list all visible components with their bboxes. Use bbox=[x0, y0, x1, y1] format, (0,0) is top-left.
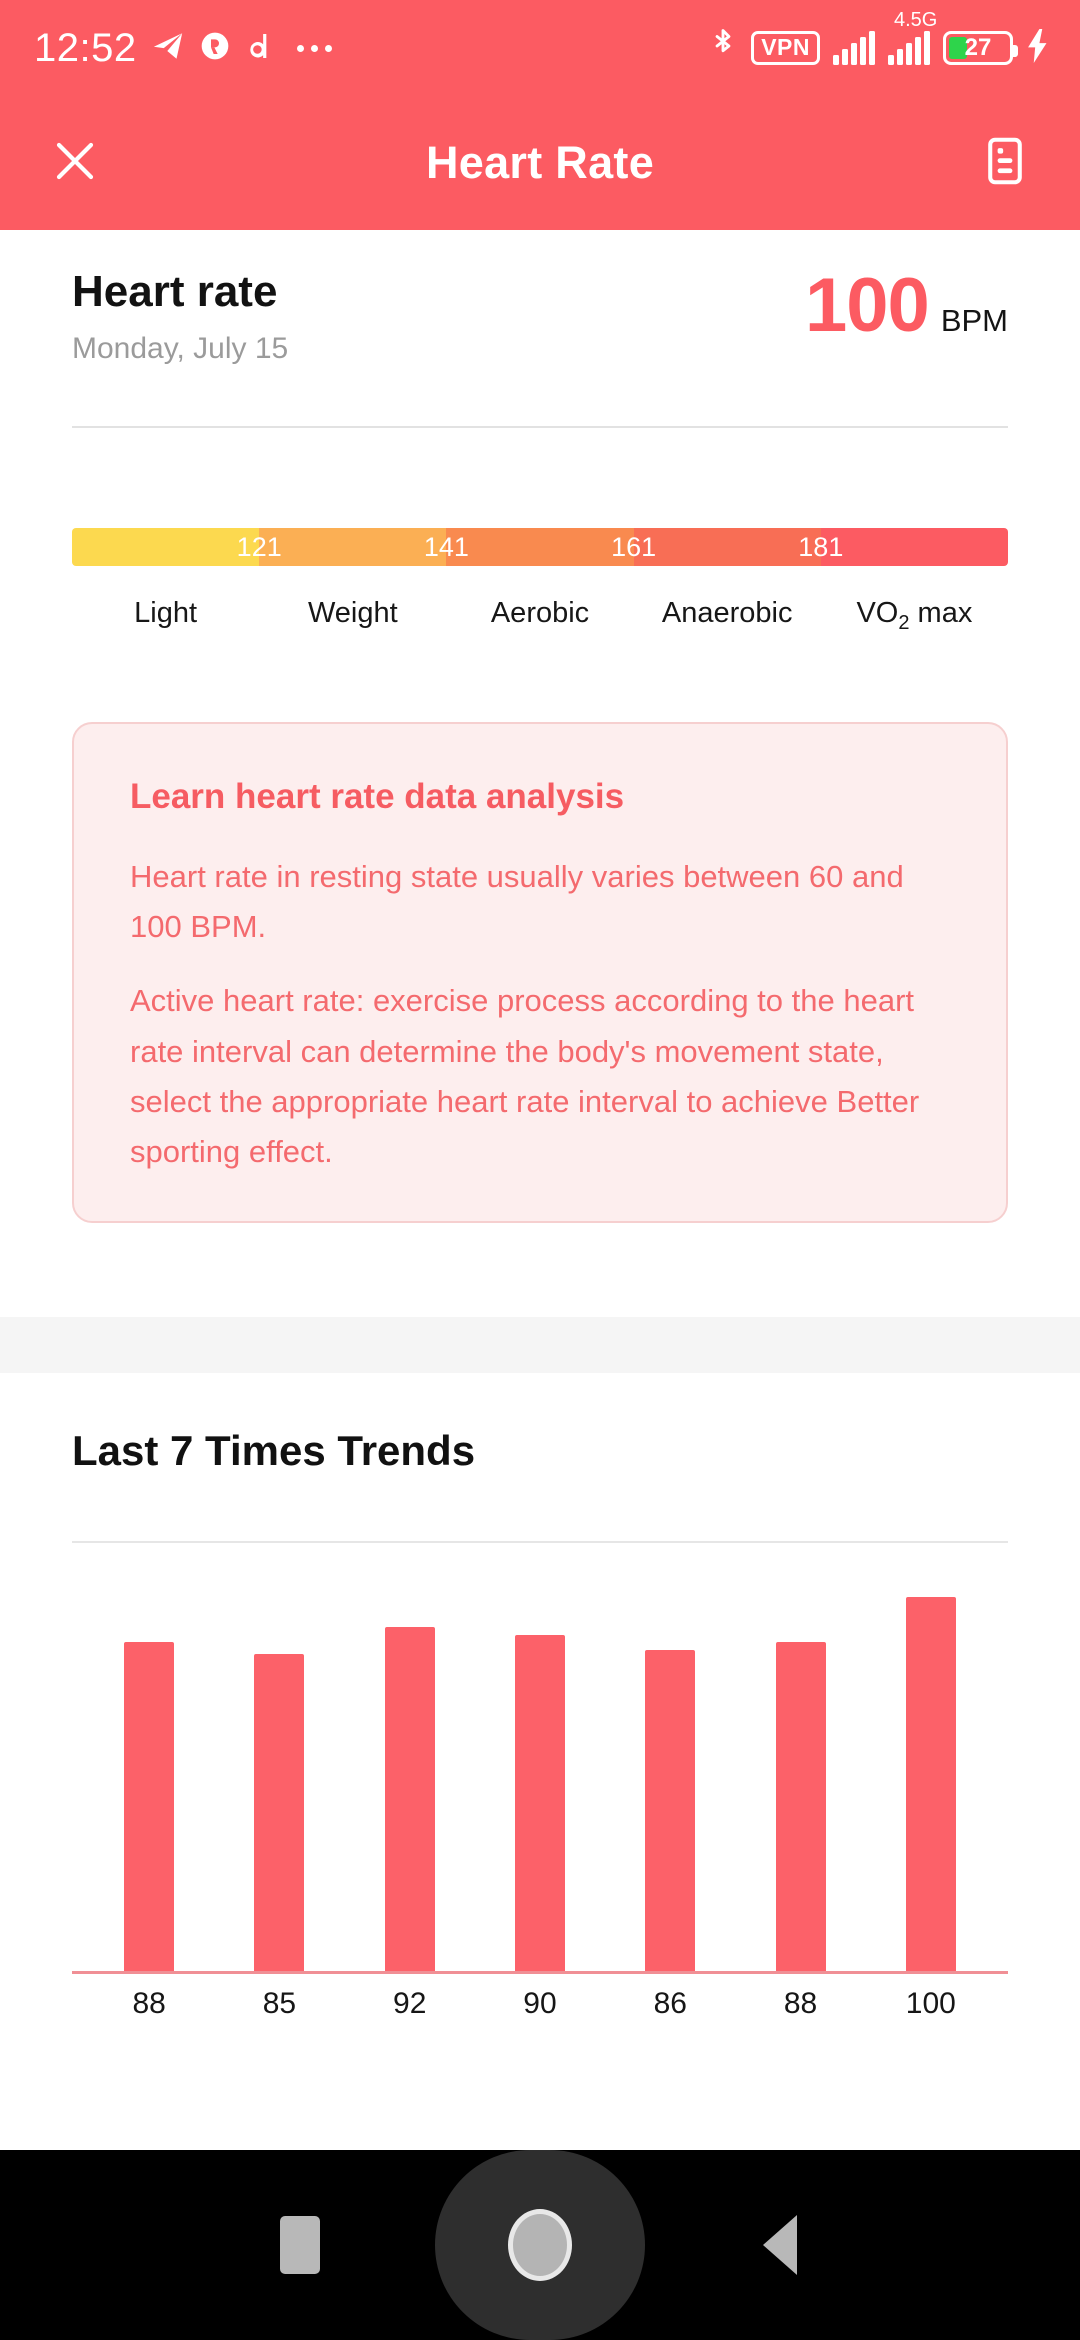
system-navigation-bar bbox=[0, 2150, 1080, 2340]
chart-bar bbox=[254, 1653, 305, 1972]
zone-gradient-bar[interactable]: 121 141 161 181 bbox=[72, 528, 1008, 566]
network-type-label: 4.5G bbox=[894, 9, 938, 31]
zone-segment bbox=[72, 528, 260, 566]
circle-app-icon bbox=[199, 30, 231, 67]
chart-bar bbox=[124, 1642, 175, 1972]
zone-label: Light bbox=[134, 597, 198, 629]
zone-segment: 141 bbox=[424, 528, 634, 566]
zone-label: Anaerobic bbox=[661, 597, 793, 629]
zone-tick-label: 141 bbox=[423, 531, 469, 562]
battery-icon: 27 bbox=[943, 31, 1018, 65]
chart-bar-column[interactable] bbox=[84, 1560, 214, 1972]
history-list-icon bbox=[983, 137, 1027, 190]
trends-bar-chart[interactable]: 88 85 92 90 86 88 100 bbox=[72, 1560, 1008, 2020]
section-separator bbox=[0, 1317, 1080, 1373]
close-button[interactable] bbox=[40, 128, 110, 198]
chart-x-label: 100 bbox=[905, 1987, 956, 2020]
chart-bar-column[interactable] bbox=[214, 1560, 344, 1972]
more-dots-icon bbox=[291, 44, 332, 52]
chart-axis-line bbox=[72, 1971, 1008, 1974]
chart-x-label: 85 bbox=[262, 1987, 297, 2020]
summary-title: Heart rate bbox=[72, 267, 278, 316]
status-bar-clock: 12:52 bbox=[34, 26, 137, 70]
home-pill-highlight bbox=[435, 2150, 645, 2340]
info-card-heading: Learn heart rate data analysis bbox=[130, 777, 625, 816]
close-icon bbox=[51, 137, 99, 190]
zone-segment: 161 bbox=[611, 528, 821, 566]
status-bar: 12:52 VPN 4.5G 27 bbox=[0, 0, 1080, 96]
zone-label: VO2 max bbox=[856, 597, 973, 634]
trends-title: Last 7 Times Trends bbox=[72, 1427, 476, 1474]
chart-bar bbox=[645, 1649, 696, 1972]
bpm-readout: 100 BPM bbox=[805, 268, 1008, 344]
bluetooth-icon bbox=[708, 27, 738, 70]
square-recents-icon bbox=[280, 2216, 320, 2274]
chart-x-label: 88 bbox=[783, 1987, 818, 2020]
chart-bar-column[interactable] bbox=[475, 1560, 605, 1972]
chart-bar-column[interactable] bbox=[345, 1560, 475, 1972]
recents-button[interactable] bbox=[180, 2150, 420, 2340]
bpm-unit: BPM bbox=[940, 303, 1008, 338]
chart-bar-column[interactable] bbox=[605, 1560, 735, 1972]
zone-tick-label: 181 bbox=[798, 531, 844, 562]
chart-bar-column[interactable] bbox=[735, 1560, 865, 1972]
chart-x-label: 86 bbox=[653, 1987, 687, 2020]
summary-date: Monday, July 15 bbox=[72, 332, 289, 366]
home-button[interactable] bbox=[420, 2150, 660, 2340]
circle-home-icon bbox=[508, 2209, 572, 2281]
info-card-paragraph: Active heart rate: exercise process acco… bbox=[130, 983, 920, 1170]
charging-bolt-icon bbox=[1026, 28, 1050, 68]
zone-segment: 181 bbox=[798, 528, 1008, 566]
vpn-icon: VPN bbox=[751, 31, 820, 65]
mobile-data-icon: 4.5G bbox=[888, 10, 937, 65]
zone-segment: 121 bbox=[237, 528, 447, 566]
phone-screen: 12:52 VPN 4.5G 27 Heart Rate Heart rate … bbox=[0, 0, 1080, 2340]
back-button[interactable] bbox=[660, 2150, 900, 2340]
chart-bar bbox=[775, 1642, 826, 1972]
chart-x-label: 88 bbox=[132, 1987, 166, 2020]
chart-bar bbox=[384, 1627, 435, 1972]
telegram-icon bbox=[151, 29, 185, 68]
bpm-value: 100 bbox=[805, 263, 930, 348]
chart-x-label: 92 bbox=[393, 1987, 427, 2020]
trends-divider bbox=[72, 1541, 1008, 1543]
page-title: Heart Rate bbox=[425, 137, 655, 188]
summary-divider bbox=[72, 426, 1008, 428]
chart-bar-column[interactable] bbox=[866, 1560, 996, 1972]
zone-labels: Light Weight Aerobic Anaerobic VO2 max bbox=[72, 597, 1008, 634]
info-card-paragraph: Heart rate in resting state usually vari… bbox=[130, 859, 904, 945]
zone-tick-label: 121 bbox=[236, 531, 282, 562]
chart-bar bbox=[514, 1634, 565, 1972]
info-card[interactable]: Learn heart rate data analysis Heart rat… bbox=[72, 722, 1008, 1224]
history-button[interactable] bbox=[970, 128, 1040, 198]
d-app-icon bbox=[245, 30, 277, 67]
status-bar-left: 12:52 bbox=[34, 28, 332, 68]
zone-label: Aerobic bbox=[490, 597, 590, 629]
chart-bar bbox=[905, 1597, 956, 1972]
status-bar-right: VPN 4.5G 27 bbox=[708, 10, 1050, 70]
signal-bars-icon bbox=[833, 31, 875, 65]
app-bar: Heart Rate bbox=[0, 96, 1080, 230]
triangle-back-icon bbox=[763, 2215, 797, 2275]
battery-percent-label: 27 bbox=[964, 34, 992, 61]
zone-tick-label: 161 bbox=[611, 531, 657, 562]
chart-x-labels: 88 85 92 90 86 88 100 bbox=[84, 1987, 996, 2020]
heart-rate-zone-bar: 121 141 161 181 Light Weight Aerobic Anaerobic… bbox=[72, 528, 1008, 634]
heart-rate-summary: Heart rate Monday, July 15 100 BPM bbox=[72, 267, 1008, 366]
chart-x-label: 90 bbox=[523, 1987, 557, 2020]
zone-label: Weight bbox=[307, 597, 398, 629]
chart-bars bbox=[84, 1560, 996, 1972]
